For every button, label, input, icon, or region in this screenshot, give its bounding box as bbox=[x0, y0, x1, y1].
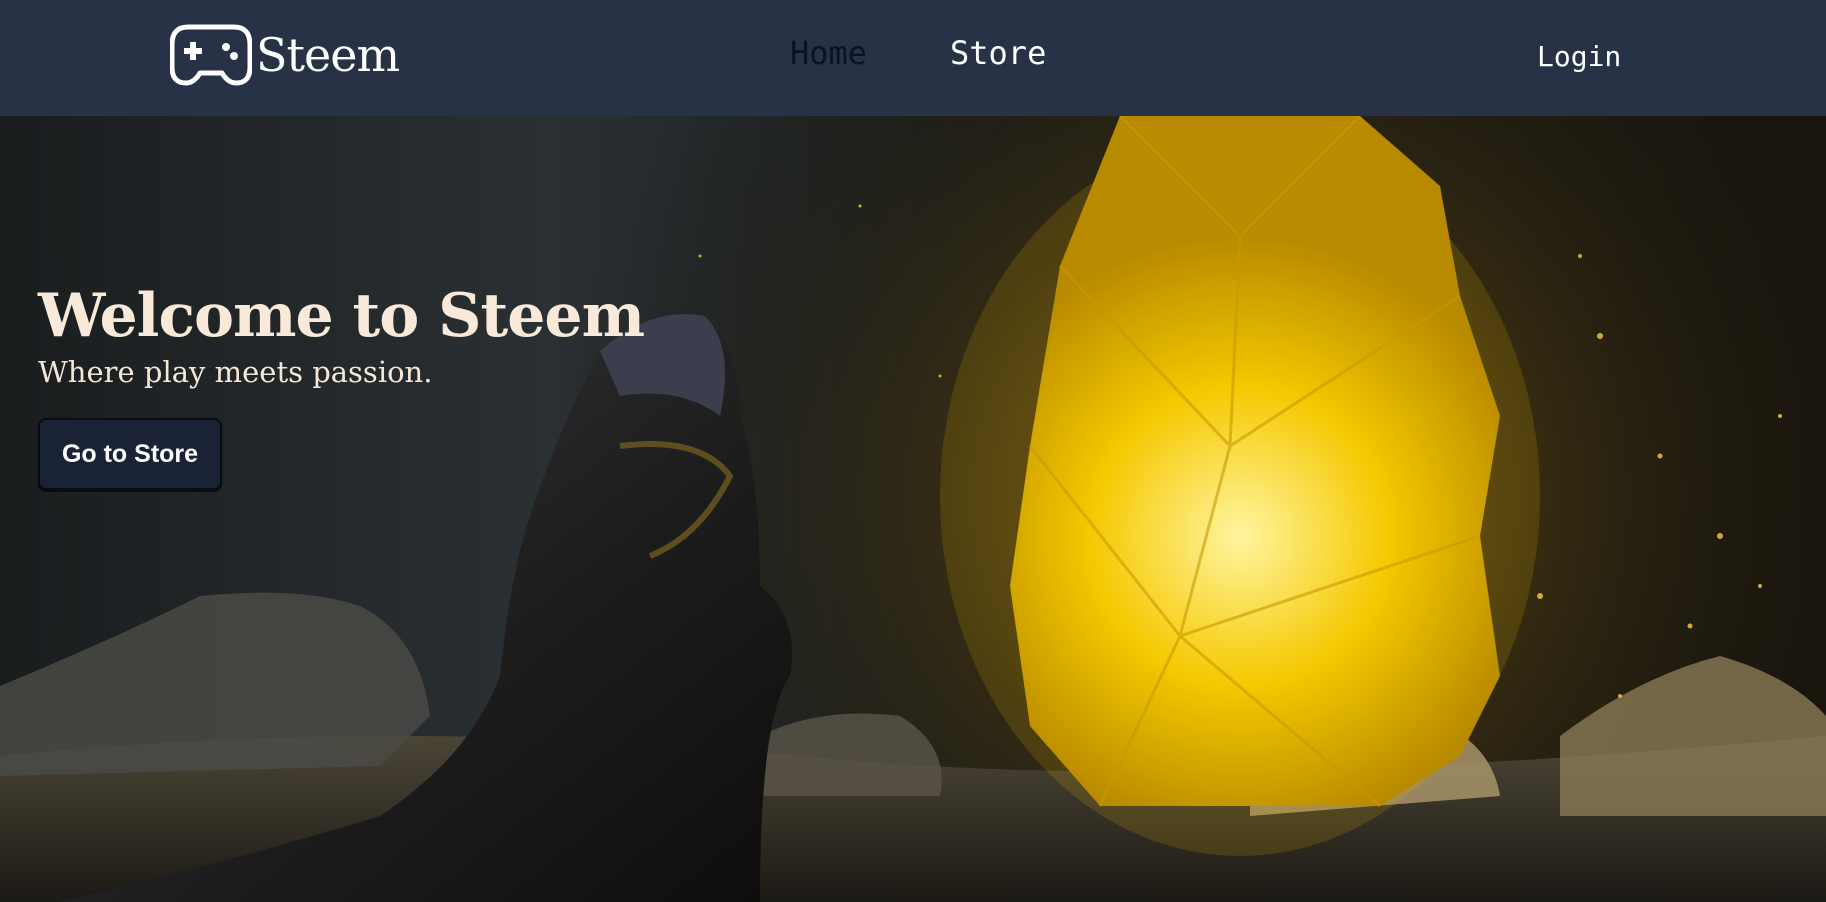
hero-background-image bbox=[0, 116, 1826, 902]
nav-link-store[interactable]: Store bbox=[950, 34, 1046, 72]
brand-logo[interactable]: Steem bbox=[170, 22, 400, 88]
go-to-store-button[interactable]: Go to Store bbox=[38, 418, 222, 490]
hero-subtitle: Where play meets passion. bbox=[38, 355, 433, 389]
nav-link-home[interactable]: Home bbox=[790, 34, 867, 72]
nav-link-login[interactable]: Login bbox=[1537, 40, 1621, 74]
gamepad-icon bbox=[170, 24, 252, 86]
top-navbar: Steem Home Store Login bbox=[0, 0, 1826, 116]
hero-title: Welcome to Steem bbox=[38, 281, 645, 351]
brand-name: Steem bbox=[256, 28, 400, 82]
hero-section: Welcome to Steem Where play meets passio… bbox=[0, 116, 1826, 902]
hero-text-block: Welcome to Steem Where play meets passio… bbox=[38, 281, 645, 390]
